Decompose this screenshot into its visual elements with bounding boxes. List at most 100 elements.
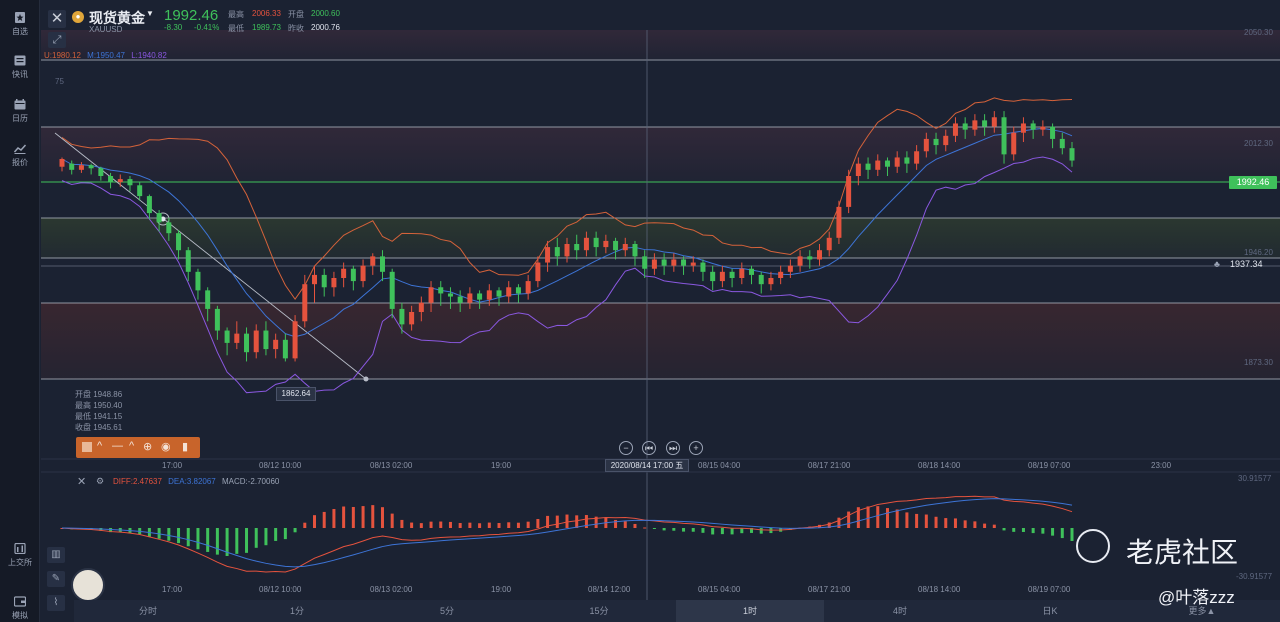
macd-bar	[177, 528, 181, 544]
line-style-icon[interactable]: —	[112, 440, 123, 452]
draw-tool-button[interactable]: ⤢	[48, 32, 66, 48]
candle-body	[156, 213, 162, 223]
macd-time-label: 17:00	[162, 585, 183, 594]
macd-bar	[915, 513, 919, 528]
candle-body	[496, 290, 502, 297]
reference-price-tag: 1937.34	[1230, 259, 1263, 269]
candle-body	[166, 222, 172, 234]
price-axis-label: 2050.30	[1244, 28, 1273, 37]
candle-body	[632, 244, 638, 257]
period-tab[interactable]: 15分	[522, 600, 676, 622]
candle-body	[486, 290, 492, 300]
candle-body	[244, 333, 250, 353]
candle-body	[185, 250, 191, 272]
macd-bar	[497, 523, 501, 528]
candle-body	[875, 160, 881, 170]
candle-body	[729, 271, 735, 278]
caret-down-icon[interactable]: ▼	[146, 9, 154, 18]
macd-bar	[876, 506, 880, 528]
price-chart[interactable]	[0, 0, 1280, 600]
macd-bar	[885, 508, 889, 528]
period-tab[interactable]: 4时	[824, 600, 976, 622]
scroll-left-button[interactable]: ⏮	[642, 441, 656, 455]
macd-bar	[361, 506, 365, 528]
macd-histogram	[60, 495, 1074, 573]
indicator-tool-button[interactable]: ▥	[47, 547, 65, 563]
macd-bar	[682, 528, 686, 532]
macd-bar	[905, 512, 909, 528]
macd-bar	[1070, 528, 1074, 541]
zoom-in-button[interactable]: +	[689, 441, 703, 455]
chevron-up-icon[interactable]: ^	[97, 440, 102, 452]
candle-body	[457, 296, 463, 303]
candle-body	[554, 247, 560, 257]
macd-bar	[215, 528, 219, 555]
lock-icon[interactable]: ⊕	[143, 440, 152, 453]
scroll-right-button[interactable]: ⏭	[666, 441, 680, 455]
period-tab[interactable]: 分时	[74, 600, 222, 622]
candle-body	[205, 290, 211, 309]
candle-body	[962, 123, 968, 130]
period-tab[interactable]: 5分	[372, 600, 522, 622]
price-change-pct: -0.41%	[194, 23, 220, 32]
candle-body	[69, 163, 75, 170]
period-bar: 分时 1分 5分 15分 1时 4时 日K 更多▲	[74, 600, 1280, 622]
macd-bar	[1002, 528, 1006, 531]
avatar[interactable]	[71, 568, 105, 602]
macd-bar	[332, 509, 336, 528]
pen-tool-button[interactable]: ✎	[47, 571, 65, 587]
candle-body	[865, 163, 871, 170]
chart-type-button[interactable]: ⌇	[47, 595, 65, 611]
zoom-out-button[interactable]: −	[619, 441, 633, 455]
period-tab[interactable]: 日K	[976, 600, 1124, 622]
candle-body	[360, 265, 366, 282]
macd-bar	[196, 528, 200, 550]
macd-bar	[487, 522, 491, 528]
candle-body	[749, 268, 755, 275]
macd-bar	[303, 522, 307, 528]
price-change: -8.30	[164, 23, 183, 32]
macd-bar	[565, 514, 569, 528]
macd-bar	[351, 506, 355, 528]
candle-body	[778, 271, 784, 278]
macd-legend: DIFF:2.47637 DEA:3.82067 MACD:-2.70060	[113, 477, 279, 486]
macd-bar	[847, 511, 851, 528]
macd-bar	[924, 514, 928, 528]
macd-bar	[526, 521, 530, 528]
trend-handle-2[interactable]	[363, 376, 369, 382]
eye-icon[interactable]: ◉	[161, 440, 171, 453]
trash-icon[interactable]: ▮	[182, 440, 188, 453]
low-marker: 1862.64	[276, 387, 316, 401]
bell-icon[interactable]: ♣	[1214, 259, 1220, 269]
macd-bar	[730, 528, 734, 535]
macd-bar	[342, 506, 346, 528]
candle-body	[884, 160, 890, 167]
macd-bar	[536, 519, 540, 528]
close-indicator-icon[interactable]: ✕	[77, 475, 86, 488]
candle-body	[370, 256, 376, 266]
candle-body	[78, 165, 84, 170]
candle-body	[331, 278, 337, 288]
close-chart-button[interactable]: ✕	[48, 10, 66, 28]
period-tab[interactable]: 1分	[222, 600, 372, 622]
macd-bar	[662, 528, 666, 531]
candle-body	[418, 302, 424, 312]
candle-body	[758, 274, 764, 285]
macd-bar	[934, 516, 938, 528]
drawing-toolbar: ^ — ^ ⊕ ◉ ▮	[76, 437, 200, 458]
candle-body	[399, 308, 405, 325]
gear-icon[interactable]: ⚙	[96, 476, 104, 487]
candle-body	[622, 244, 628, 251]
candle-body	[797, 256, 803, 266]
chevron-up-icon[interactable]: ^	[129, 440, 134, 452]
candle-body	[710, 271, 716, 282]
candle-body	[1030, 123, 1036, 130]
candle-body	[545, 247, 551, 263]
macd-diff: DIFF:2.47637	[113, 477, 162, 486]
macd-axis-max: 30.91577	[1238, 474, 1272, 483]
color-swatch-icon[interactable]	[82, 442, 92, 452]
macd-time-label: 08/15 04:00	[698, 585, 741, 594]
zone-top	[41, 30, 1280, 60]
period-tab-active[interactable]: 1时	[676, 600, 824, 622]
candle-body	[661, 259, 667, 266]
